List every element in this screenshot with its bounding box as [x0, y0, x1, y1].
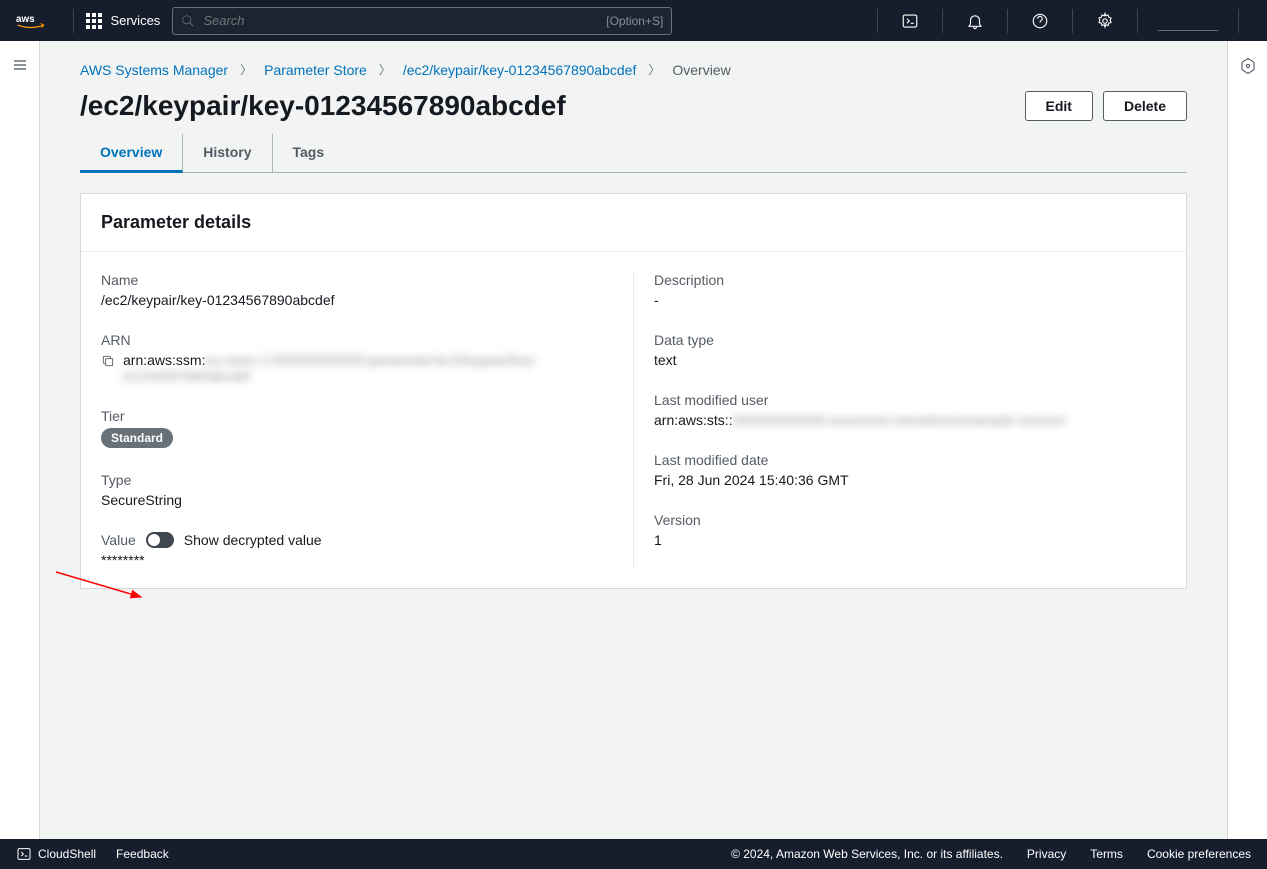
page-title: /ec2/keypair/key-01234567890abcdef	[80, 90, 566, 122]
tab-tags[interactable]: Tags	[273, 134, 345, 172]
version-value: 1	[654, 532, 1166, 548]
description-label: Description	[654, 272, 1166, 288]
tabs: Overview History Tags	[80, 134, 1187, 173]
divider	[877, 9, 878, 33]
last-modified-user-value: arn:aws:sts::000000000000:assumed-role/a…	[654, 412, 1166, 428]
page-actions: Edit Delete	[1025, 91, 1187, 121]
top-nav: aws Services [Option+S]	[0, 0, 1267, 41]
chevron-right-icon: 〉	[240, 61, 252, 78]
panel-header: Parameter details	[81, 194, 1186, 252]
svg-text:aws: aws	[16, 13, 35, 24]
main-content: AWS Systems Manager 〉 Parameter Store 〉 …	[40, 41, 1227, 839]
divider	[942, 9, 943, 33]
breadcrumb: AWS Systems Manager 〉 Parameter Store 〉 …	[80, 61, 1187, 78]
breadcrumb-link[interactable]: /ec2/keypair/key-01234567890abcdef	[403, 62, 637, 78]
notifications-icon-button[interactable]	[955, 1, 995, 41]
name-label: Name	[101, 272, 613, 288]
region-selector[interactable]	[1158, 11, 1218, 31]
copyright-text: © 2024, Amazon Web Services, Inc. or its…	[731, 847, 1003, 861]
cloudshell-icon-button[interactable]	[890, 1, 930, 41]
tier-label: Tier	[101, 408, 613, 424]
breadcrumb-link[interactable]: Parameter Store	[264, 62, 367, 78]
help-icon-button[interactable]	[1020, 1, 1060, 41]
version-label: Version	[654, 512, 1166, 528]
arn-label: ARN	[101, 332, 613, 348]
divider	[73, 9, 74, 33]
breadcrumb-link[interactable]: AWS Systems Manager	[80, 62, 228, 78]
aws-logo[interactable]: aws	[16, 12, 45, 30]
name-value: /ec2/keypair/key-01234567890abcdef	[101, 292, 613, 308]
search-hint: [Option+S]	[606, 14, 663, 28]
type-label: Type	[101, 472, 613, 488]
last-modified-user-label: Last modified user	[654, 392, 1166, 408]
tab-history[interactable]: History	[183, 134, 272, 172]
cookies-link[interactable]: Cookie preferences	[1147, 847, 1251, 861]
datatype-value: text	[654, 352, 1166, 368]
value-masked: ********	[101, 552, 613, 568]
divider	[1137, 9, 1138, 33]
apps-icon	[86, 13, 102, 29]
privacy-link[interactable]: Privacy	[1027, 847, 1066, 861]
show-decrypted-toggle[interactable]	[146, 532, 174, 548]
breadcrumb-current: Overview	[672, 62, 730, 78]
last-modified-date-value: Fri, 28 Jun 2024 15:40:36 GMT	[654, 472, 1166, 488]
delete-button[interactable]: Delete	[1103, 91, 1187, 121]
feedback-link[interactable]: Feedback	[116, 847, 169, 861]
type-value: SecureString	[101, 492, 613, 508]
parameter-details-panel: Parameter details Name /ec2/keypair/key-…	[80, 193, 1187, 589]
tier-badge: Standard	[101, 428, 173, 448]
copy-icon[interactable]	[101, 354, 115, 371]
chevron-right-icon: 〉	[648, 61, 660, 78]
cloudshell-link[interactable]: CloudShell	[16, 846, 96, 862]
arn-value: arn:aws:ssm:eu-west-1:000000000000:param…	[123, 352, 613, 384]
tab-overview[interactable]: Overview	[80, 134, 183, 173]
divider	[1007, 9, 1008, 33]
description-value: -	[654, 292, 1166, 308]
divider	[1238, 9, 1239, 33]
search-box[interactable]: [Option+S]	[172, 7, 672, 35]
terms-link[interactable]: Terms	[1090, 847, 1123, 861]
datatype-label: Data type	[654, 332, 1166, 348]
search-icon	[181, 14, 195, 28]
hexagon-icon[interactable]	[1239, 57, 1257, 839]
hamburger-icon[interactable]	[12, 57, 28, 839]
show-decrypted-label: Show decrypted value	[184, 532, 322, 548]
side-nav-collapsed	[0, 41, 40, 839]
value-label: Value	[101, 532, 136, 548]
chevron-right-icon: 〉	[379, 61, 391, 78]
edit-button[interactable]: Edit	[1025, 91, 1093, 121]
settings-icon-button[interactable]	[1085, 1, 1125, 41]
services-label: Services	[110, 13, 160, 28]
right-rail	[1227, 41, 1267, 839]
divider	[1072, 9, 1073, 33]
search-input[interactable]	[203, 13, 606, 28]
footer: CloudShell Feedback © 2024, Amazon Web S…	[0, 839, 1267, 869]
panel-title: Parameter details	[101, 212, 1166, 233]
last-modified-date-label: Last modified date	[654, 452, 1166, 468]
page-header: /ec2/keypair/key-01234567890abcdef Edit …	[80, 90, 1187, 122]
services-button[interactable]: Services	[86, 13, 160, 29]
